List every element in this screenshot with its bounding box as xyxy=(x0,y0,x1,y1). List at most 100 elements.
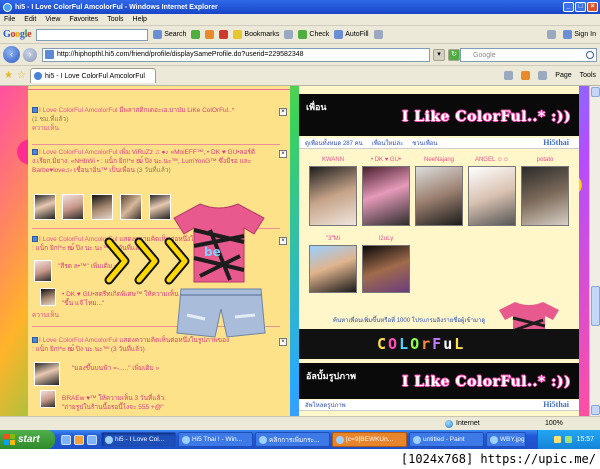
photo-thumbnail[interactable] xyxy=(34,362,60,386)
friend-name[interactable]: • DK ♥ GU• xyxy=(362,157,410,163)
menu-view[interactable]: View xyxy=(45,16,60,23)
forward-button[interactable]: › xyxy=(23,47,37,62)
pagerank-icon[interactable] xyxy=(205,30,215,39)
print-icon[interactable] xyxy=(538,71,548,80)
close-button[interactable]: × xyxy=(587,2,598,12)
friend-thumbnail[interactable] xyxy=(91,194,113,220)
window-titlebar[interactable]: hi5 - I Love ColorFul AmcolorFul - Windo… xyxy=(0,0,600,14)
minimize-button[interactable]: _ xyxy=(563,2,574,12)
menu-help[interactable]: Help xyxy=(133,16,147,23)
page-icon xyxy=(45,50,54,59)
tab-active[interactable]: hi5 - I Love ColorFul AmcolorFul xyxy=(29,68,156,83)
add-favorite-icon[interactable]: ☆ xyxy=(17,70,26,81)
tools-menu[interactable]: Tools xyxy=(580,72,596,79)
commenter-avatar[interactable] xyxy=(40,390,56,408)
photo-thumbnail[interactable] xyxy=(34,260,52,282)
address-input[interactable]: http://hiphopthl.hi5.com/friend/profile/… xyxy=(42,47,430,62)
taskbar-item[interactable]: [c=9]BEWKUn... xyxy=(332,432,407,447)
friend-thumbnail[interactable] xyxy=(149,194,171,220)
scroll-up-button[interactable] xyxy=(591,87,600,97)
menu-favorites[interactable]: Favorites xyxy=(69,16,98,23)
tray-icon[interactable] xyxy=(554,436,562,443)
friend-photo[interactable] xyxy=(309,166,357,226)
friend-name[interactable]: I2uLy xyxy=(362,236,410,242)
friend-name[interactable]: KWANN xyxy=(309,157,357,163)
new-friends-link[interactable]: เพื่อนใหม่ล่ะ xyxy=(372,138,403,148)
spellcheck-button[interactable]: Check xyxy=(298,30,329,39)
address-dropdown-button[interactable]: ▾ xyxy=(433,48,445,61)
delete-comment-button[interactable]: × xyxy=(279,150,287,158)
friend-name[interactable]: potato xyxy=(521,157,569,163)
friend-thumbnail[interactable] xyxy=(62,194,84,220)
back-button[interactable]: ‹ xyxy=(3,46,20,63)
divider xyxy=(28,89,290,90)
taskbar-item[interactable]: hi5 - I Love Col... xyxy=(101,432,176,447)
scroll-down-button[interactable] xyxy=(591,405,600,415)
taskbar-item[interactable]: untitled - Paint xyxy=(409,432,484,447)
live-search-input[interactable]: Google xyxy=(460,48,597,62)
friend-photo[interactable] xyxy=(521,166,569,226)
comment-author-link[interactable]: I Love ColorFul AmcolorFul xyxy=(39,107,117,114)
view-all-friends-link[interactable]: ดูเพื่อนทั้งหมด 287 คน xyxy=(305,138,363,148)
upload-photos-link[interactable]: อัพโหลดรูปภาพ xyxy=(305,400,346,410)
friend-photo[interactable] xyxy=(362,245,410,293)
friend-photo[interactable] xyxy=(415,166,463,226)
zoom-level[interactable]: 100% xyxy=(545,420,563,427)
comment-reply-link[interactable]: ความเห็น xyxy=(32,312,59,319)
menu-bar: File Edit View Favorites Tools Help xyxy=(0,14,600,26)
plus-icon[interactable] xyxy=(191,30,201,39)
google-toolbar: Google Search Bookmarks Check AutoFill S… xyxy=(0,26,600,44)
delete-comment-button[interactable]: × xyxy=(279,108,287,116)
comment-reply-link[interactable]: ความเห็น xyxy=(32,125,59,132)
refresh-button[interactable]: ↻ xyxy=(448,48,460,61)
settings-icon[interactable] xyxy=(373,30,383,39)
menu-edit[interactable]: Edit xyxy=(24,16,36,23)
home-icon[interactable] xyxy=(504,71,514,80)
friend-photo[interactable] xyxy=(362,166,410,226)
start-button[interactable]: start xyxy=(0,430,55,449)
friend-thumbnail[interactable] xyxy=(34,194,56,220)
autofill-button[interactable]: AutoFill xyxy=(334,30,369,39)
tray-icon[interactable] xyxy=(565,436,573,443)
bookmarks-button[interactable]: Bookmarks xyxy=(233,30,279,39)
friend-name[interactable]: "3"Mi xyxy=(309,236,357,242)
commenter-avatar[interactable] xyxy=(40,288,56,306)
delete-comment-button[interactable]: × xyxy=(279,338,287,346)
page-menu[interactable]: Page xyxy=(555,72,571,79)
wrench-icon[interactable] xyxy=(547,30,557,39)
scroll-thumb[interactable] xyxy=(591,286,600,326)
friend-name[interactable]: NeeNajang xyxy=(415,157,463,163)
menu-file[interactable]: File xyxy=(4,16,15,23)
find-friends-link[interactable]: ค้นหาเพื่อนเพิ่มขึ้นหรือที่ 1000 โปรแกรม… xyxy=(333,315,485,325)
taskbar-item[interactable]: WBY.jpg xyxy=(486,432,526,447)
delete-comment-button[interactable]: × xyxy=(279,237,287,245)
favorites-star-icon[interactable]: ★ xyxy=(4,70,13,81)
taskbar-item[interactable]: คลิกการเพิ่มกระ... xyxy=(255,432,330,447)
friend-thumbnail[interactable] xyxy=(120,194,142,220)
friend-name[interactable]: ANGEL ☺☺ xyxy=(468,157,516,163)
google-search-button[interactable]: Search xyxy=(153,30,186,39)
ie-launch-icon[interactable] xyxy=(61,434,71,445)
clock[interactable]: 15:57 xyxy=(576,436,594,443)
page-scrollbar[interactable] xyxy=(589,86,600,416)
windows-flag-icon xyxy=(4,434,15,445)
sign-in-button[interactable]: Sign In xyxy=(563,30,596,39)
popup-blocker-icon[interactable] xyxy=(219,30,229,39)
menu-tools[interactable]: Tools xyxy=(107,16,123,23)
show-desktop-icon[interactable] xyxy=(87,434,97,445)
comment-author-link[interactable]: I Love ColorFul AmcolorFul xyxy=(39,337,117,344)
comment-author-link[interactable]: I Love ColorFul AmcolorFul xyxy=(39,149,117,156)
messenger-icon[interactable] xyxy=(74,434,84,445)
maximize-button[interactable]: □ xyxy=(575,2,586,12)
comment-item: I Love ColorFul AmcolorFul มีพลาสติกเดอะ… xyxy=(32,107,235,132)
google-search-input[interactable] xyxy=(36,28,149,41)
friend-photo[interactable] xyxy=(468,166,516,226)
search-icon[interactable] xyxy=(586,51,594,59)
address-url: http://hiphopthl.hi5.com/friend/profile/… xyxy=(57,51,304,58)
translate-icon[interactable] xyxy=(284,30,294,39)
invite-friends-link[interactable]: ชวนเพื่อน xyxy=(412,138,437,148)
colorful-word: COLOrFuL xyxy=(377,335,466,353)
taskbar-item[interactable]: Hi5 Thai ! - Win... xyxy=(178,432,253,447)
friend-photo[interactable] xyxy=(309,245,357,293)
feeds-icon[interactable] xyxy=(521,71,531,80)
